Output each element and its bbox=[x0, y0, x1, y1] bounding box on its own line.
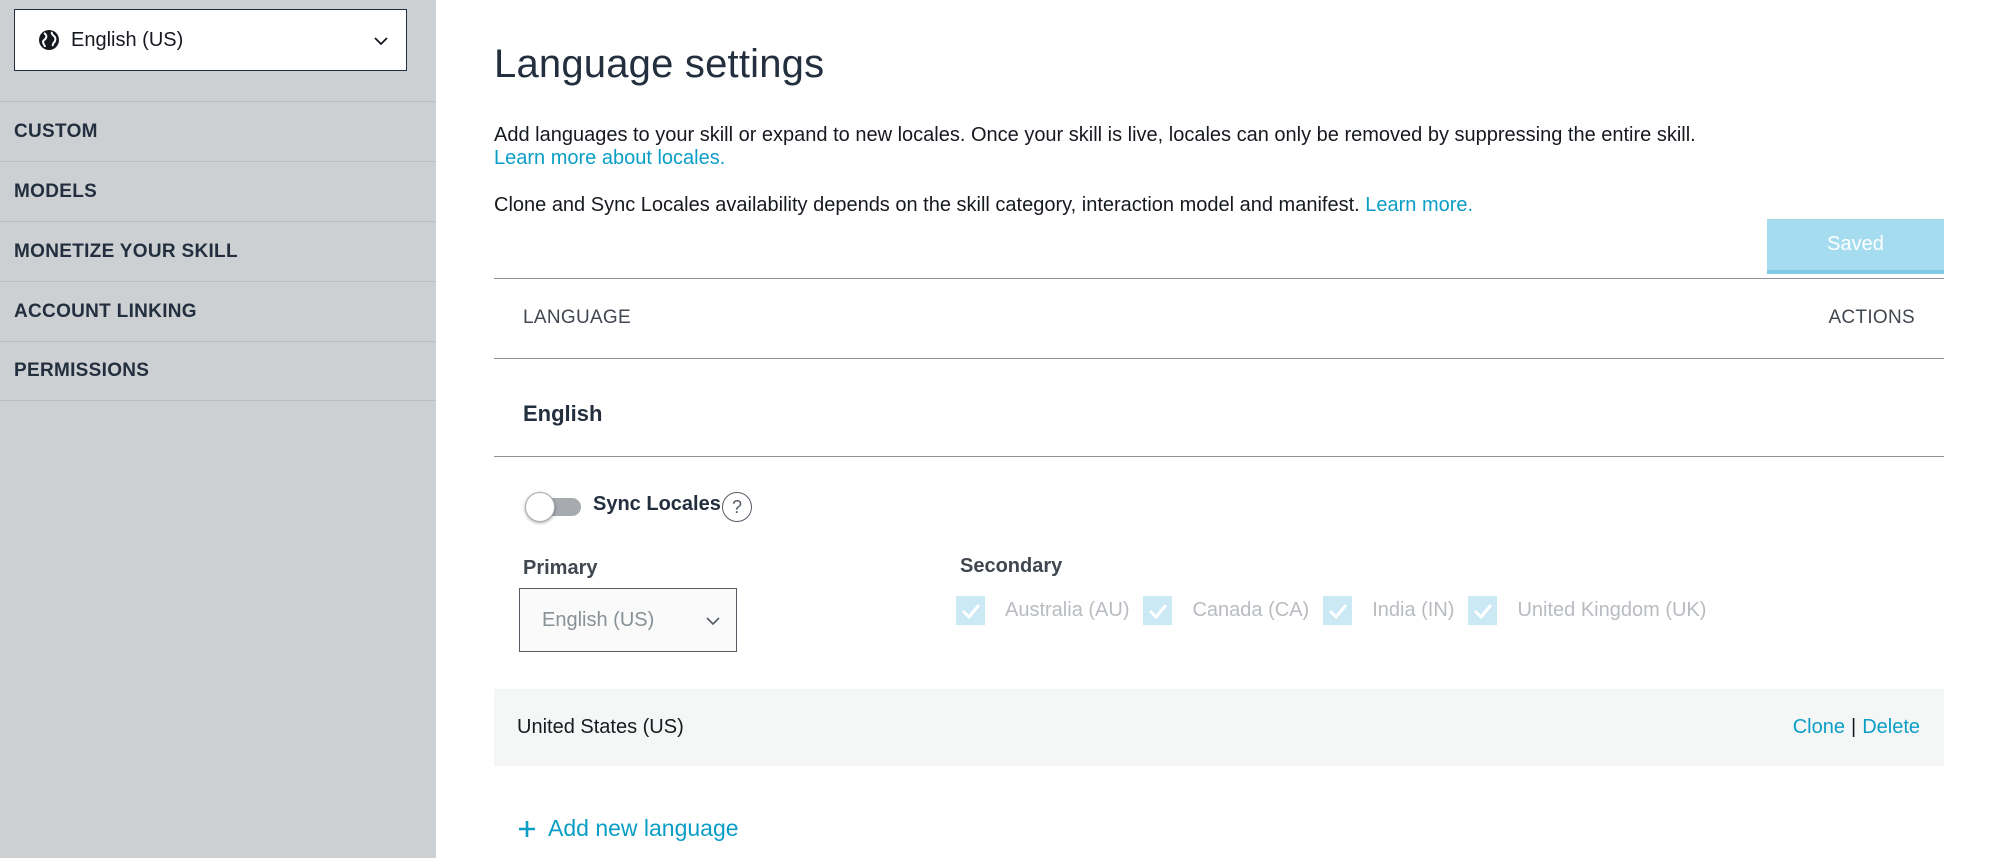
learn-more-link[interactable]: Learn more. bbox=[1365, 194, 1473, 216]
sidebar-item-custom[interactable]: CUSTOM bbox=[0, 101, 436, 161]
description-text: Add languages to your skill or expand to… bbox=[494, 124, 1696, 146]
sidebar-item-label: MONETIZE YOUR SKILL bbox=[14, 240, 238, 262]
sidebar-item-monetize[interactable]: MONETIZE YOUR SKILL bbox=[0, 221, 436, 281]
add-new-language-button[interactable]: Add new language bbox=[518, 815, 739, 842]
checkmark-icon bbox=[1473, 603, 1493, 619]
delete-link[interactable]: Delete bbox=[1862, 716, 1920, 738]
primary-locale-select[interactable]: English (US) bbox=[519, 588, 737, 652]
divider bbox=[494, 358, 1944, 359]
sidebar-item-account-linking[interactable]: ACCOUNT LINKING bbox=[0, 281, 436, 341]
sync-locales-label: Sync Locales bbox=[593, 493, 721, 515]
sidebar-item-models[interactable]: MODELS bbox=[0, 161, 436, 221]
checkbox-label: Canada (CA) bbox=[1192, 599, 1310, 621]
column-header-actions: ACTIONS bbox=[1828, 307, 1915, 328]
clone-sync-note: Clone and Sync Locales availability depe… bbox=[494, 194, 1473, 217]
secondary-locale-ca[interactable]: Canada (CA) bbox=[1143, 596, 1309, 625]
secondary-locale-in[interactable]: India (IN) bbox=[1323, 596, 1454, 625]
language-group-heading: English bbox=[523, 401, 603, 426]
action-separator: | bbox=[1850, 716, 1857, 738]
checkbox[interactable] bbox=[956, 596, 985, 625]
clone-sync-text: Clone and Sync Locales availability depe… bbox=[494, 194, 1360, 216]
sidebar-item-label: CUSTOM bbox=[14, 120, 98, 142]
main-content: Language settings Add languages to your … bbox=[494, 0, 1944, 858]
checkmark-icon bbox=[1148, 603, 1168, 619]
primary-label: Primary bbox=[523, 557, 598, 579]
divider bbox=[494, 278, 1944, 279]
secondary-locale-uk[interactable]: United Kingdom (UK) bbox=[1468, 596, 1706, 625]
saved-button[interactable]: Saved bbox=[1767, 219, 1944, 274]
checkbox[interactable] bbox=[1143, 596, 1173, 625]
toggle-knob bbox=[525, 492, 555, 522]
chevron-down-icon bbox=[372, 32, 390, 50]
add-new-language-label: Add new language bbox=[548, 815, 739, 841]
secondary-label: Secondary bbox=[960, 555, 1063, 577]
secondary-locale-au[interactable]: Australia (AU) bbox=[956, 596, 1129, 625]
sidebar-item-permissions[interactable]: PERMISSIONS bbox=[0, 341, 436, 401]
checkbox-label: Australia (AU) bbox=[1005, 599, 1130, 621]
checkbox-label: India (IN) bbox=[1372, 599, 1455, 621]
checkbox-label: United Kingdom (UK) bbox=[1517, 599, 1707, 621]
checkbox[interactable] bbox=[1468, 596, 1498, 625]
page-description: Add languages to your skill or expand to… bbox=[494, 124, 1894, 170]
globe-icon bbox=[37, 28, 61, 52]
divider bbox=[494, 456, 1944, 457]
locale-actions: Clone | Delete bbox=[1793, 716, 1920, 739]
column-header-language: LANGUAGE bbox=[523, 307, 631, 328]
locale-row: United States (US) Clone | Delete bbox=[494, 689, 1944, 766]
primary-locale-value: English (US) bbox=[542, 608, 655, 631]
plus-icon bbox=[518, 820, 536, 838]
secondary-locales: Australia (AU) Canada (CA) India (IN) Un… bbox=[956, 596, 1720, 625]
checkmark-icon bbox=[961, 603, 980, 619]
checkmark-icon bbox=[1328, 603, 1347, 619]
locale-name: United States (US) bbox=[517, 716, 684, 738]
learn-more-locales-link[interactable]: Learn more about locales. bbox=[494, 147, 725, 169]
checkbox[interactable] bbox=[1323, 596, 1353, 625]
sidebar-item-label: MODELS bbox=[14, 180, 98, 202]
sync-locales-toggle[interactable] bbox=[525, 492, 585, 522]
sidebar-nav: CUSTOM MODELS MONETIZE YOUR SKILL ACCOUN… bbox=[0, 101, 436, 401]
clone-link[interactable]: Clone bbox=[1793, 716, 1845, 738]
locale-selector[interactable]: English (US) bbox=[14, 9, 407, 71]
chevron-down-icon bbox=[704, 612, 722, 630]
page-title: Language settings bbox=[494, 42, 825, 86]
help-icon[interactable]: ? bbox=[722, 492, 752, 522]
locale-selector-label: English (US) bbox=[71, 28, 184, 51]
sidebar: English (US) CUSTOM MODELS MONETIZE YOUR… bbox=[0, 0, 436, 858]
sidebar-item-label: ACCOUNT LINKING bbox=[14, 300, 197, 322]
sidebar-item-label: PERMISSIONS bbox=[14, 360, 150, 381]
